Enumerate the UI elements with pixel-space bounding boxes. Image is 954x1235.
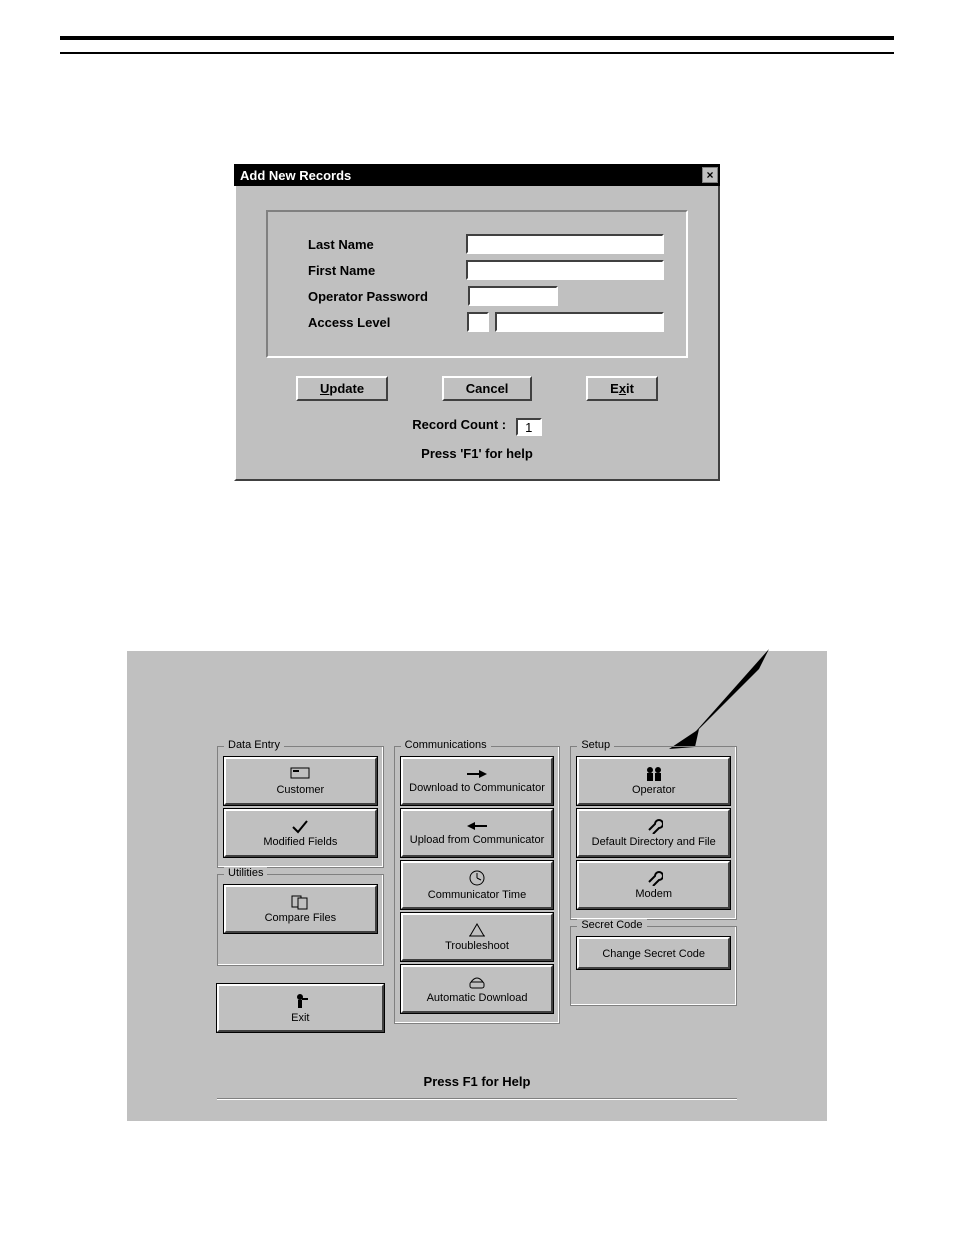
operator-password-input[interactable]	[468, 286, 558, 306]
last-name-label: Last Name	[308, 237, 466, 252]
record-count-row: Record Count : 1	[266, 417, 688, 436]
group-communications: Communications Download to Communicator …	[394, 746, 561, 1024]
upload-label: Upload from Communicator	[410, 834, 545, 846]
default-directory-button[interactable]: Default Directory and File	[577, 809, 730, 857]
change-secret-code-button[interactable]: Change Secret Code	[577, 937, 730, 969]
compare-files-label: Compare Files	[265, 912, 337, 924]
row-first-name: First Name	[308, 260, 664, 280]
dialog-title: Add New Records	[240, 168, 351, 183]
group-data-entry-title: Data Entry	[224, 739, 284, 751]
close-icon[interactable]: ×	[702, 167, 718, 183]
dialog-button-row: Update Cancel Exit	[296, 376, 658, 401]
access-level-code-input[interactable]	[467, 312, 489, 332]
fields-panel: Last Name First Name Operator Password A…	[266, 210, 688, 358]
thick-rule	[60, 36, 894, 40]
left-column: Data Entry Customer Modified Fields Util…	[217, 746, 384, 1036]
communicator-time-label: Communicator Time	[428, 889, 526, 901]
record-count-value: 1	[516, 418, 542, 436]
download-label: Download to Communicator	[409, 782, 545, 794]
troubleshoot-icon	[467, 922, 487, 938]
check-icon	[290, 818, 310, 834]
modified-fields-button[interactable]: Modified Fields	[224, 809, 377, 857]
operator-button[interactable]: Operator	[577, 757, 730, 805]
dialog-titlebar: Add New Records ×	[234, 164, 720, 186]
exit-main-button[interactable]: Exit	[217, 984, 384, 1032]
group-setup: Setup Operator Default Directory and Fil…	[570, 746, 737, 920]
update-button[interactable]: Update	[296, 376, 388, 401]
group-communications-title: Communications	[401, 739, 491, 751]
middle-column: Communications Download to Communicator …	[394, 746, 561, 1036]
pointer-arrow-icon	[659, 639, 779, 759]
change-secret-code-label: Change Secret Code	[602, 948, 705, 960]
exit-main-label: Exit	[291, 1012, 309, 1024]
clock-icon	[468, 869, 486, 887]
exit-post: it	[626, 381, 634, 396]
phone-icon	[467, 974, 487, 990]
first-name-input[interactable]	[466, 260, 664, 280]
row-last-name: Last Name	[308, 234, 664, 254]
row-access-level: Access Level	[308, 312, 664, 332]
customer-icon	[289, 766, 311, 782]
group-secret-code: Secret Code Change Secret Code	[570, 926, 737, 1006]
arrow-right-icon	[465, 768, 489, 780]
modem-label: Modem	[635, 888, 672, 900]
compare-files-icon	[290, 894, 310, 910]
group-data-entry: Data Entry Customer Modified Fields	[217, 746, 384, 868]
compare-files-button[interactable]: Compare Files	[224, 885, 377, 933]
exit-icon	[291, 992, 309, 1010]
automatic-download-button[interactable]: Automatic Download	[401, 965, 554, 1013]
row-operator-password: Operator Password	[308, 286, 664, 306]
group-setup-title: Setup	[577, 739, 614, 751]
exit-button[interactable]: Exit	[586, 376, 658, 401]
access-level-desc-input[interactable]	[495, 312, 664, 332]
main-help-hint: Press F1 for Help	[127, 1074, 827, 1089]
dialog-body: Last Name First Name Operator Password A…	[234, 186, 720, 481]
right-column: Setup Operator Default Directory and Fil…	[570, 746, 737, 1036]
people-icon	[643, 766, 665, 782]
wrench-icon	[645, 818, 663, 834]
download-button[interactable]: Download to Communicator	[401, 757, 554, 805]
exit-pre: E	[610, 381, 619, 396]
access-level-label: Access Level	[308, 315, 467, 330]
default-directory-label: Default Directory and File	[592, 836, 716, 848]
group-utilities: Utilities Compare Files	[217, 874, 384, 966]
footer-divider	[217, 1098, 737, 1099]
exit-mnemonic: x	[619, 381, 626, 396]
add-new-records-dialog: Add New Records × Last Name First Name O…	[234, 164, 720, 481]
arrow-left-icon	[465, 820, 489, 832]
upload-button[interactable]: Upload from Communicator	[401, 809, 554, 857]
modified-fields-label: Modified Fields	[263, 836, 337, 848]
customer-label: Customer	[276, 784, 324, 796]
automatic-download-label: Automatic Download	[427, 992, 528, 1004]
wrench-icon	[645, 870, 663, 886]
first-name-label: First Name	[308, 263, 466, 278]
modem-button[interactable]: Modem	[577, 861, 730, 909]
cancel-label: Cancel	[466, 381, 509, 396]
dialog-help-hint: Press 'F1' for help	[266, 446, 688, 461]
update-rest: pdate	[329, 381, 364, 396]
troubleshoot-button[interactable]: Troubleshoot	[401, 913, 554, 961]
communicator-time-button[interactable]: Communicator Time	[401, 861, 554, 909]
last-name-input[interactable]	[466, 234, 664, 254]
update-mnemonic: U	[320, 381, 329, 396]
record-count-label: Record Count :	[412, 417, 506, 432]
cancel-button[interactable]: Cancel	[442, 376, 533, 401]
thin-rule	[60, 52, 894, 54]
group-secret-code-title: Secret Code	[577, 919, 646, 931]
operator-label: Operator	[632, 784, 675, 796]
group-utilities-title: Utilities	[224, 867, 267, 879]
customer-button[interactable]: Customer	[224, 757, 377, 805]
main-screen: Data Entry Customer Modified Fields Util…	[127, 651, 827, 1121]
operator-password-label: Operator Password	[308, 289, 468, 304]
troubleshoot-label: Troubleshoot	[445, 940, 509, 952]
